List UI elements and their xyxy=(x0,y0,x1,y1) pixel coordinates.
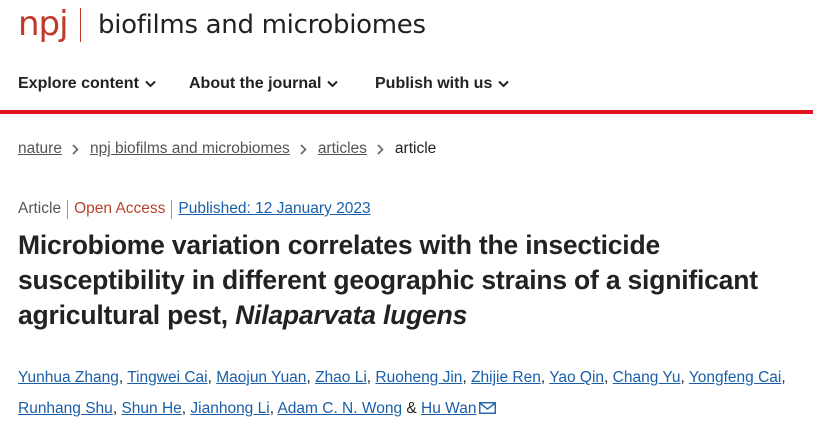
breadcrumb-nature[interactable]: nature xyxy=(18,139,62,159)
author-link[interactable]: Yunhua Zhang xyxy=(18,369,119,386)
chevron-right-icon xyxy=(377,143,384,155)
chevron-down-icon xyxy=(145,80,156,88)
author-link[interactable]: Hu Wan xyxy=(421,400,476,417)
journal-title[interactable]: biofilms and microbiomes xyxy=(98,8,426,42)
header-accent-bar xyxy=(0,110,813,114)
meta-divider xyxy=(171,199,173,219)
author-list: Yunhua Zhang, Tingwei Cai, Maojun Yuan, … xyxy=(18,369,786,417)
author-link[interactable]: Adam C. N. Wong xyxy=(277,400,402,417)
article-type: Article xyxy=(18,200,62,217)
breadcrumb: nature npj biofilms and microbiomes arti… xyxy=(18,139,436,159)
published-date-link[interactable]: Published: 12 January 2023 xyxy=(178,199,370,219)
meta-divider xyxy=(67,199,69,219)
author-link[interactable]: Jianhong Li xyxy=(190,400,269,417)
author-link[interactable]: Tingwei Cai xyxy=(127,369,207,386)
author-link[interactable]: Zhijie Ren xyxy=(471,369,541,386)
main-nav: Explore content About the journal Publis… xyxy=(0,66,813,106)
author-link[interactable]: Yao Qin xyxy=(549,369,604,386)
mail-icon[interactable] xyxy=(479,402,497,414)
nav-publish-with-us[interactable]: Publish with us xyxy=(375,74,510,94)
breadcrumb-articles[interactable]: articles xyxy=(318,139,367,159)
author-link[interactable]: Ruoheng Jin xyxy=(375,369,462,386)
author-link[interactable]: Chang Yu xyxy=(613,369,681,386)
chevron-down-icon xyxy=(498,80,510,88)
chevron-right-icon xyxy=(300,143,307,155)
chevron-right-icon xyxy=(72,143,79,155)
article-title: Microbiome variation correlates with the… xyxy=(18,228,808,333)
nav-about-the-journal-label: About the journal xyxy=(189,75,322,92)
site-header: npj biofilms and microbiomes xyxy=(0,0,813,52)
article-meta: Article Open Access Published: 12 Januar… xyxy=(18,199,371,219)
author-link[interactable]: Maojun Yuan xyxy=(216,369,306,386)
logo-divider xyxy=(80,8,81,42)
breadcrumb-current: article xyxy=(394,140,437,157)
article-title-species: Nilaparvata lugens xyxy=(235,300,468,330)
author-link[interactable]: Shun He xyxy=(121,400,181,417)
breadcrumb-journal[interactable]: npj biofilms and microbiomes xyxy=(90,139,290,159)
nav-publish-with-us-label: Publish with us xyxy=(375,75,493,92)
nav-explore-content-label: Explore content xyxy=(18,75,139,92)
nav-about-the-journal[interactable]: About the journal xyxy=(189,74,339,94)
nav-explore-content[interactable]: Explore content xyxy=(18,74,156,94)
open-access-badge: Open Access xyxy=(74,200,166,217)
author-link[interactable]: Yongfeng Cai xyxy=(689,369,782,386)
npj-logo[interactable]: npj xyxy=(18,4,69,44)
chevron-down-icon xyxy=(327,80,339,88)
author-link[interactable]: Zhao Li xyxy=(315,369,367,386)
author-link[interactable]: Runhang Shu xyxy=(18,400,113,417)
